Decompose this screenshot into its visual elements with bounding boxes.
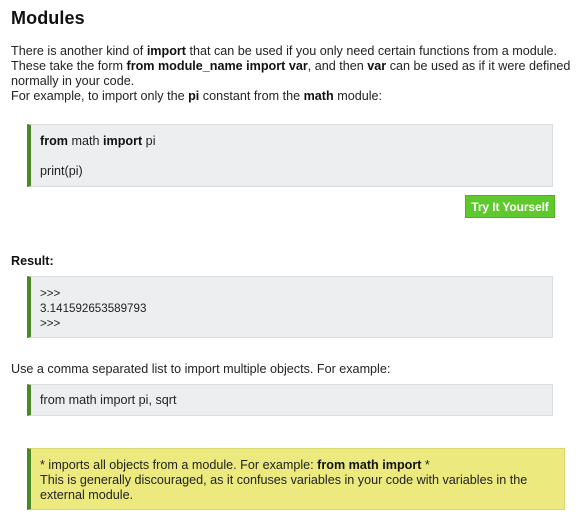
- code-keyword: from: [40, 134, 68, 148]
- intro-keyword: import: [146, 44, 186, 58]
- note-text: This is generally discouraged, as it con…: [40, 473, 528, 502]
- code-line: from math import pi: [40, 134, 156, 148]
- multi-import-text: Use a comma separated list to import mul…: [11, 362, 391, 376]
- intro-text: There is another kind of: [11, 44, 147, 58]
- code-text: pi: [142, 134, 156, 148]
- intro-text: constant from the: [199, 89, 304, 103]
- code-line: print(pi): [40, 164, 83, 178]
- output-lines: >>> 3.141592653589793 >>>: [40, 286, 146, 331]
- intro-keyword: pi: [188, 89, 200, 103]
- intro-text: that can be used if you only need certai…: [186, 44, 558, 58]
- note-box: * imports all objects from a module. For…: [27, 448, 565, 510]
- try-it-yourself-button[interactable]: Try It Yourself: [465, 195, 555, 218]
- result-output-block: >>> 3.141592653589793 >>>: [27, 276, 553, 338]
- intro-paragraph: There is another kind of import that can…: [11, 44, 571, 104]
- intro-keyword: math: [303, 89, 334, 103]
- note-code: from math import: [317, 458, 422, 472]
- note-text: *: [421, 458, 430, 472]
- output-line: 3.141592653589793: [40, 302, 147, 315]
- page-title: Modules: [11, 8, 85, 28]
- intro-text: For example, to import only the: [11, 89, 189, 103]
- note-content: * imports all objects from a module. For…: [40, 458, 550, 503]
- code-text: math: [68, 134, 103, 148]
- intro-text: module:: [333, 89, 383, 103]
- intro-keyword: var: [367, 59, 387, 73]
- output-line: >>>: [40, 317, 61, 330]
- output-line: >>>: [40, 287, 61, 300]
- code-example-block[interactable]: from math import pi print(pi): [27, 124, 553, 187]
- multi-import-code-block[interactable]: from math import pi, sqrt: [27, 384, 553, 416]
- intro-keyword: from module_name import var: [126, 59, 308, 73]
- intro-text: , and then: [307, 59, 368, 73]
- code-keyword: import: [103, 134, 143, 148]
- code-line: from math import pi, sqrt: [40, 393, 177, 407]
- result-label: Result:: [11, 254, 54, 268]
- intro-text: These take the form: [11, 59, 127, 73]
- note-text: * imports all objects from a module. For…: [40, 458, 318, 472]
